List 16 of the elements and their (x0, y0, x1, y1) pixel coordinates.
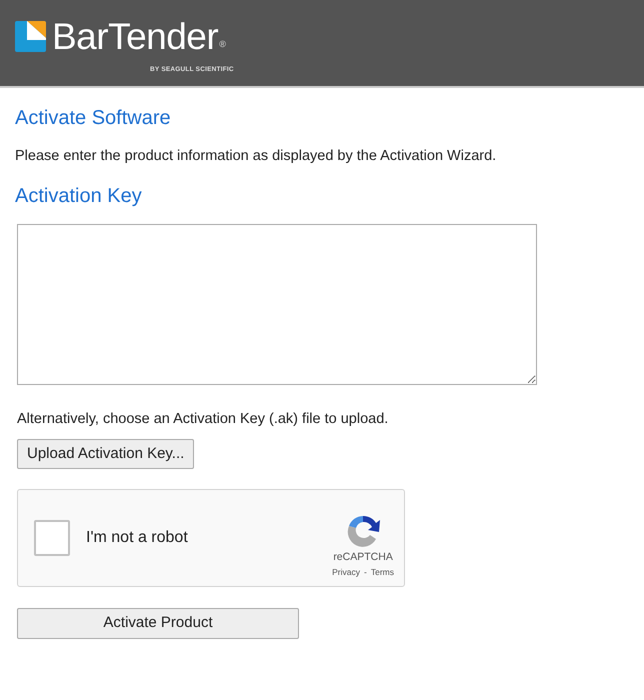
privacy-link[interactable]: Privacy (332, 566, 360, 578)
registered-mark: ® (219, 38, 226, 50)
page-title: Activate Software (15, 106, 172, 130)
terms-link[interactable]: Terms (370, 566, 394, 578)
recaptcha-brand: reCAPTCHA (333, 550, 393, 565)
instructions-text: Please enter the product information as displayed by the Activation Wizard. (15, 147, 498, 166)
alternative-text: Alternatively, choose an Activation Key (.ak) file to upload. (17, 410, 390, 429)
activation-key-field[interactable] (17, 224, 537, 385)
upload-button[interactable]: Upload Activation Key... (17, 438, 194, 469)
link-separator: - (364, 566, 367, 578)
logo-icon (15, 21, 46, 52)
logo-wordmark: BarTender (52, 18, 218, 55)
captcha-checkbox[interactable] (34, 520, 70, 556)
captcha-label: I'm not a robot (86, 528, 188, 548)
section-heading: Activation Key (15, 184, 143, 208)
activate-button[interactable]: Activate Product (17, 608, 299, 638)
